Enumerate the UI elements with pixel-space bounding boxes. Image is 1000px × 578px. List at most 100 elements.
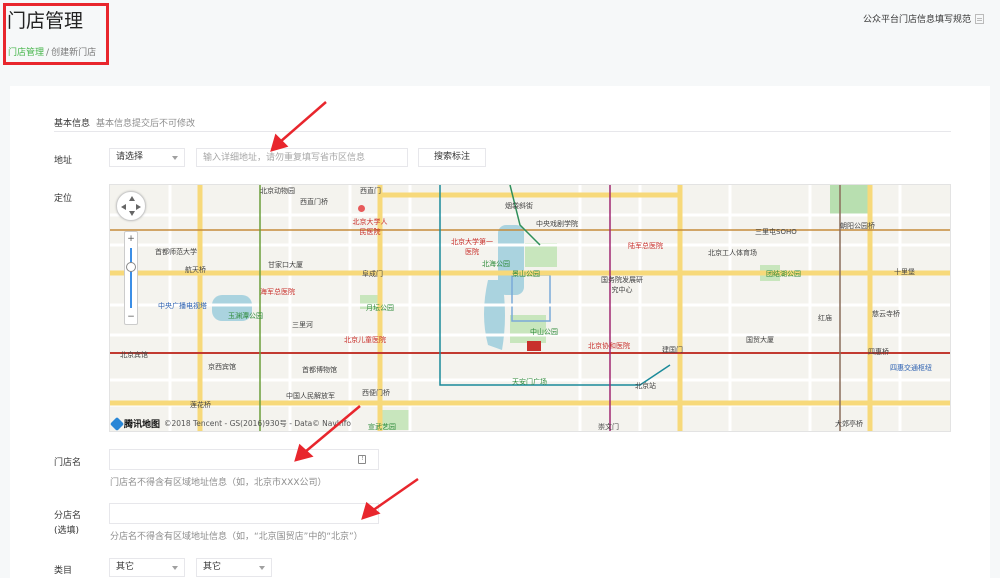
map-lake-middle xyxy=(484,280,505,350)
address-detail-input[interactable] xyxy=(196,148,408,167)
map-label: 海军总医院 xyxy=(260,288,295,296)
map-label: 中国人民解放军 xyxy=(286,392,335,400)
map-label: 红庙 xyxy=(818,314,832,322)
map-base xyxy=(110,185,950,431)
map-label: 月坛公园 xyxy=(366,304,394,312)
map-label: 景山公园 xyxy=(512,270,540,278)
map-label: 建国门 xyxy=(662,346,683,354)
pan-down-icon[interactable] xyxy=(129,211,135,216)
branch-name-label-text: 分店名 xyxy=(54,511,82,521)
map-label: 西便门桥 xyxy=(362,389,390,397)
map-label: 四惠交通枢纽 xyxy=(890,364,932,372)
map-label: 慈云寺桥 xyxy=(872,310,900,318)
map-label: 阜成门 xyxy=(362,270,383,278)
store-name-label: 门店名 xyxy=(54,458,82,468)
map-label: 四惠桥 xyxy=(868,348,889,356)
map-label: 北京协和医院 xyxy=(588,342,630,350)
branch-name-label: 分店名 (选填) xyxy=(54,508,81,536)
map-label: 天安门广场 xyxy=(512,378,547,386)
map-logo: 腾讯地图 xyxy=(110,416,160,431)
map-label: 首都师范大学 xyxy=(155,248,197,256)
map-label: 玉渊潭公园 xyxy=(228,312,263,320)
map-zoom-control[interactable]: + − xyxy=(124,231,138,325)
basic-info-subtitle: 基本信息提交后不可修改 xyxy=(96,119,196,129)
spec-link-label[interactable]: 公众平台门店信息填写规范 xyxy=(863,12,971,25)
map-label: 京西宾馆 xyxy=(208,363,236,371)
map-footer: 腾讯地图 ©2018 Tencent - GS(2016)930号 - Data… xyxy=(110,416,351,431)
page-title: 门店管理 xyxy=(7,10,84,32)
branch-name-input[interactable] xyxy=(109,503,379,524)
map-label: 烟袋斜街 xyxy=(505,202,533,210)
location-map[interactable]: 北京动物园 西直门桥 西直门 北京大学人民医院 首都师范大学 航天桥 甘家口大厦… xyxy=(109,184,951,432)
pan-up-icon[interactable] xyxy=(129,196,135,201)
store-name-input[interactable] xyxy=(109,449,379,470)
map-label: 中山公园 xyxy=(530,328,558,336)
zoom-slider-handle[interactable] xyxy=(126,262,136,272)
map-label: 宣武艺园 xyxy=(368,423,396,431)
map-label: 西直门 xyxy=(360,187,381,195)
search-mark-button[interactable]: 搜索标注 xyxy=(418,148,486,167)
pan-left-icon[interactable] xyxy=(121,204,126,210)
map-label: 团结湖公园 xyxy=(766,270,801,278)
location-label: 定位 xyxy=(54,194,73,204)
map-park-chaoyang xyxy=(830,185,870,215)
create-store-form: 基本信息基本信息提交后不可修改 地址 请选择 搜索标注 定位 xyxy=(10,86,990,578)
zoom-in-icon[interactable]: + xyxy=(125,233,137,245)
store-name-hint: 门店名不得含有区域地址信息（如，北京市XXX公司） xyxy=(110,478,327,488)
branch-name-optional: (选填) xyxy=(54,526,80,536)
map-label: 北京宾馆 xyxy=(120,351,148,359)
map-park-jingshan xyxy=(525,243,557,267)
map-label: 朝阳公园桥 xyxy=(840,222,875,230)
category-secondary-value: 其它 xyxy=(203,562,222,572)
section-divider xyxy=(54,131,951,132)
map-label: 北京大学第一医院 xyxy=(451,238,493,256)
map-copyright: ©2018 Tencent - GS(2016)930号 - Data© Nav… xyxy=(164,419,351,428)
region-select-value: 请选择 xyxy=(116,152,144,162)
map-label: 三里屯SOHO xyxy=(755,228,797,236)
map-pan-control[interactable] xyxy=(116,191,146,221)
map-label: 北京大学人民医院 xyxy=(352,218,388,236)
chevron-down-icon xyxy=(172,156,178,160)
map-label: 北京动物园 xyxy=(260,187,295,195)
breadcrumb-store-management-link[interactable]: 门店管理 xyxy=(8,48,44,58)
category-secondary-select[interactable]: 其它 xyxy=(196,558,272,577)
map-label: 首都博物馆 xyxy=(302,366,337,374)
map-label: 三里河 xyxy=(292,321,313,329)
spec-link[interactable]: 公众平台门店信息填写规范 xyxy=(863,12,984,25)
chevron-down-icon xyxy=(259,566,265,570)
address-label: 地址 xyxy=(54,156,73,166)
map-hospital-pin xyxy=(358,205,365,212)
breadcrumb-current: 创建新门店 xyxy=(51,48,97,58)
map-label: 西直门桥 xyxy=(300,198,328,206)
chevron-down-icon xyxy=(172,566,178,570)
branch-name-hint: 分店名不得含有区域地址信息（如，“北京国贸店”中的“北京”） xyxy=(110,532,363,542)
region-select[interactable]: 请选择 xyxy=(109,148,185,167)
map-label: 中央广播电视塔 xyxy=(158,302,207,310)
map-label: 北京站 xyxy=(635,382,656,390)
map-label: 北海公园 xyxy=(482,260,510,268)
input-info-icon xyxy=(358,454,366,464)
map-label: 陆军总医院 xyxy=(628,242,663,250)
category-primary-value: 其它 xyxy=(116,562,135,572)
map-label: 北京工人体育场 xyxy=(708,249,757,257)
map-label: 甘家口大厦 xyxy=(268,261,303,269)
map-label: 崇文门 xyxy=(598,423,619,431)
breadcrumb: 门店管理 / 创建新门店 xyxy=(8,45,96,58)
map-tiananmen-marker xyxy=(527,341,541,351)
map-label: 莲花桥 xyxy=(190,401,211,409)
map-label: 中央戏剧学院 xyxy=(536,220,578,228)
map-label: 大郊亭桥 xyxy=(835,420,863,428)
breadcrumb-separator: / xyxy=(46,48,50,58)
basic-info-title: 基本信息 xyxy=(54,119,91,129)
tencent-map-logo-icon xyxy=(110,416,125,431)
document-icon xyxy=(975,13,984,24)
map-label: 国务院发展研究中心 xyxy=(601,276,643,294)
map-label: 十里堡 xyxy=(894,268,915,276)
map-label: 航天桥 xyxy=(185,266,206,274)
zoom-track[interactable] xyxy=(130,248,132,308)
basic-info-header: 基本信息 基本信息提交后不可修改 xyxy=(54,116,195,129)
map-label: 国贸大厦 xyxy=(746,336,774,344)
zoom-out-icon[interactable]: − xyxy=(125,311,137,323)
category-primary-select[interactable]: 其它 xyxy=(109,558,185,577)
pan-right-icon[interactable] xyxy=(136,204,141,210)
